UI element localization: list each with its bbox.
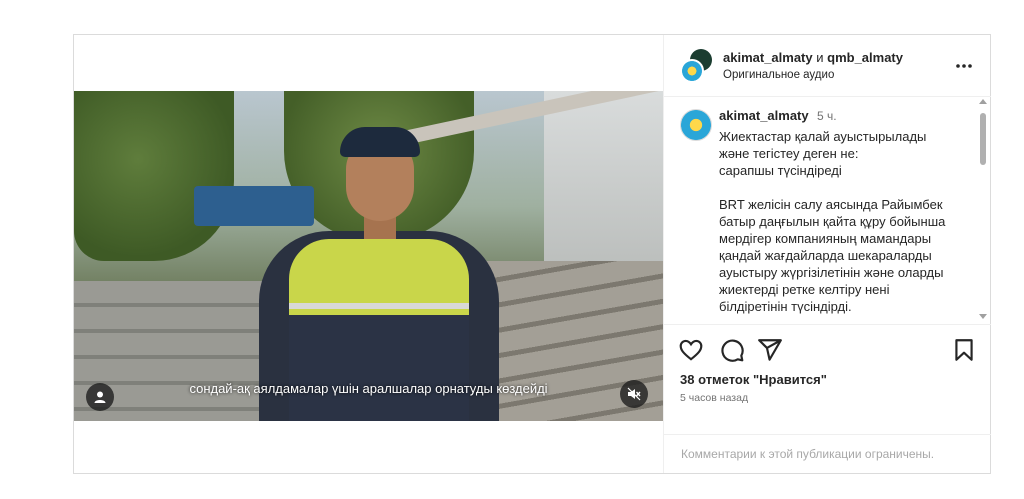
post-authors: akimat_almaty и qmb_almaty — [723, 50, 903, 65]
speaker-muted-icon — [627, 387, 641, 401]
collab-avatars[interactable] — [680, 49, 714, 83]
share-button[interactable] — [757, 337, 783, 363]
caption-area: akimat_almaty 5 ч. Жиектастар қалай ауыс… — [664, 97, 991, 323]
likes-count[interactable]: 38 отметок "Нравится" — [680, 372, 827, 387]
post-card: сондай-ақ аялдамалар үшін аралшалар орна… — [73, 34, 991, 474]
author-link[interactable]: akimat_almaty — [723, 50, 813, 65]
comment-icon — [721, 339, 744, 362]
post-actions: 38 отметок "Нравится" 5 часов назад — [664, 324, 991, 435]
scroll-down-arrow[interactable] — [979, 314, 987, 319]
caption-username[interactable]: akimat_almaty — [719, 108, 809, 123]
author-link[interactable]: qmb_almaty — [827, 50, 903, 65]
heart-icon — [679, 339, 703, 361]
more-options-button[interactable] — [955, 53, 973, 74]
caption-time: 5 ч. — [817, 109, 837, 123]
background-building — [544, 91, 663, 281]
author-separator: и — [812, 50, 828, 65]
post-media: сондай-ақ аялдамалар үшін аралшалар орна… — [74, 35, 663, 473]
save-button[interactable] — [951, 337, 977, 363]
post-sidebar: akimat_almaty и qmb_almaty Оригинальное … — [663, 35, 991, 473]
crane-truck — [194, 186, 314, 226]
background-tree — [74, 91, 234, 261]
speaker-cap — [340, 127, 420, 157]
tagged-users-button[interactable] — [86, 383, 114, 411]
mute-button[interactable] — [620, 380, 648, 408]
post-header: akimat_almaty и qmb_almaty Оригинальное … — [664, 35, 991, 97]
vest-stripe — [289, 303, 469, 309]
scroll-thumb[interactable] — [980, 113, 986, 165]
audio-link[interactable]: Оригинальное аудио — [723, 69, 834, 81]
scroll-up-arrow[interactable] — [979, 99, 987, 104]
comment-button[interactable] — [719, 337, 745, 363]
more-options-icon — [956, 64, 972, 68]
comments-restricted-notice: Комментарии к этой публикации ограничены… — [664, 434, 991, 473]
like-button[interactable] — [678, 337, 704, 363]
scrollbar[interactable] — [979, 99, 987, 319]
caption-text: Жиектастар қалай ауыстырылады және тегіс… — [719, 129, 946, 314]
post-timestamp[interactable]: 5 часов назад — [680, 392, 748, 404]
avatar[interactable] — [680, 109, 712, 141]
bookmark-icon — [955, 339, 973, 361]
video-subtitle: сондай-ақ аялдамалар үшін аралшалар орна… — [189, 381, 548, 396]
share-icon — [758, 339, 782, 361]
user-icon — [94, 391, 106, 403]
video-player[interactable]: сондай-ақ аялдамалар үшін аралшалар орна… — [74, 91, 663, 421]
avatar — [680, 59, 704, 83]
